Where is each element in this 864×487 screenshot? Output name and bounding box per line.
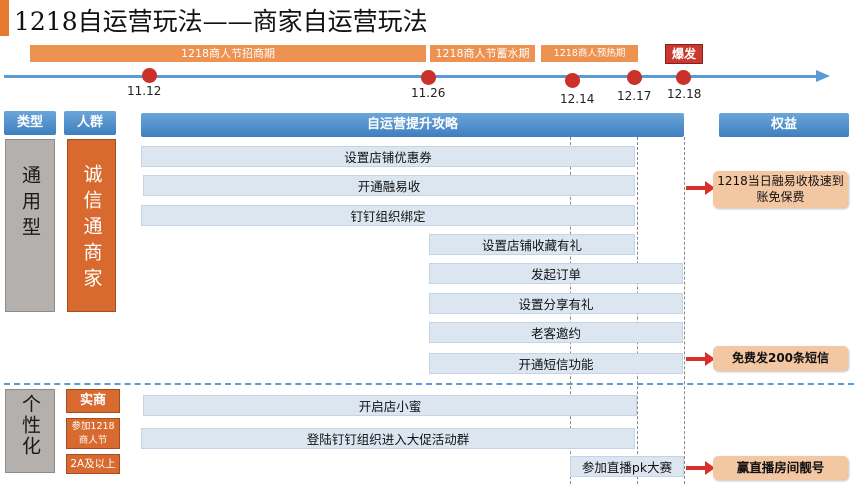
- header-crowd: 人群: [64, 111, 116, 135]
- benefit-card: 免费发200条短信: [713, 346, 848, 371]
- strategy-bar: 登陆钉钉组织进入大促活动群: [141, 428, 635, 449]
- page-title: 1218自运营玩法——商家自运营玩法: [14, 7, 428, 36]
- strategy-bar: 发起订单: [429, 263, 683, 284]
- milestone-dot: [676, 70, 691, 85]
- type-general: 通用型: [5, 139, 55, 312]
- benefit-arrow: [686, 352, 715, 366]
- crowd-general: 诚信通商家: [67, 139, 116, 312]
- benefit-arrow: [686, 461, 715, 475]
- milestone-dot: [142, 68, 157, 83]
- timeline-arrow-head: [816, 70, 830, 82]
- section-divider: [4, 383, 854, 385]
- type-personal: 个性化: [5, 389, 55, 473]
- strategy-bar: 参加直播pk大赛: [570, 456, 684, 477]
- strategy-bar: 开通短信功能: [429, 353, 683, 374]
- type-personal-label: 个性化: [19, 394, 41, 457]
- crowd-tag: 实商: [66, 389, 120, 413]
- strategy-bar: 设置店铺优惠券: [141, 146, 635, 167]
- milestone-date: 11.26: [411, 86, 446, 100]
- milestone-date: 12.18: [667, 87, 702, 101]
- header-strategy: 自运营提升攻略: [141, 113, 684, 137]
- benefit-card: 1218当日融易收极速到账免保费: [713, 171, 848, 208]
- timeline-axis: [4, 75, 822, 78]
- type-general-label: 通用型: [19, 165, 41, 243]
- benefit-card: 赢直播房间靓号: [713, 456, 848, 480]
- crowd-tag: 2A及以上: [66, 454, 120, 474]
- crowd-general-label: 诚信通商家: [80, 164, 103, 294]
- header-benefits: 权益: [719, 113, 849, 137]
- strategy-bar: 设置店铺收藏有礼: [429, 234, 635, 255]
- milestone-date: 12.17: [617, 89, 652, 103]
- milestone-dot: [627, 70, 642, 85]
- milestone-dot: [565, 73, 580, 88]
- phase-recruitment: 1218商人节招商期: [30, 45, 426, 62]
- phase-warmup-storage: 1218商人节蓄水期: [430, 45, 535, 62]
- milestone-dot: [421, 70, 436, 85]
- strategy-bar: 老客邀约: [429, 322, 683, 343]
- strategy-bar: 钉钉组织绑定: [141, 205, 635, 226]
- header-type: 类型: [4, 111, 56, 135]
- milestone-date: 12.14: [560, 92, 595, 106]
- strategy-bar: 开通融易收: [143, 175, 635, 196]
- phase-burst: 爆发: [665, 44, 703, 64]
- milestone-guide-line: [684, 137, 685, 484]
- title-accent-bar: [0, 0, 9, 36]
- milestone-date: 11.12: [127, 84, 162, 98]
- strategy-bar: 设置分享有礼: [429, 293, 683, 314]
- crowd-tag: 参加1218商人节: [66, 418, 120, 449]
- benefit-arrow: [686, 181, 715, 195]
- strategy-bar: 开启店小蜜: [143, 395, 637, 416]
- phase-preheat: 1218商人预热期: [541, 45, 638, 62]
